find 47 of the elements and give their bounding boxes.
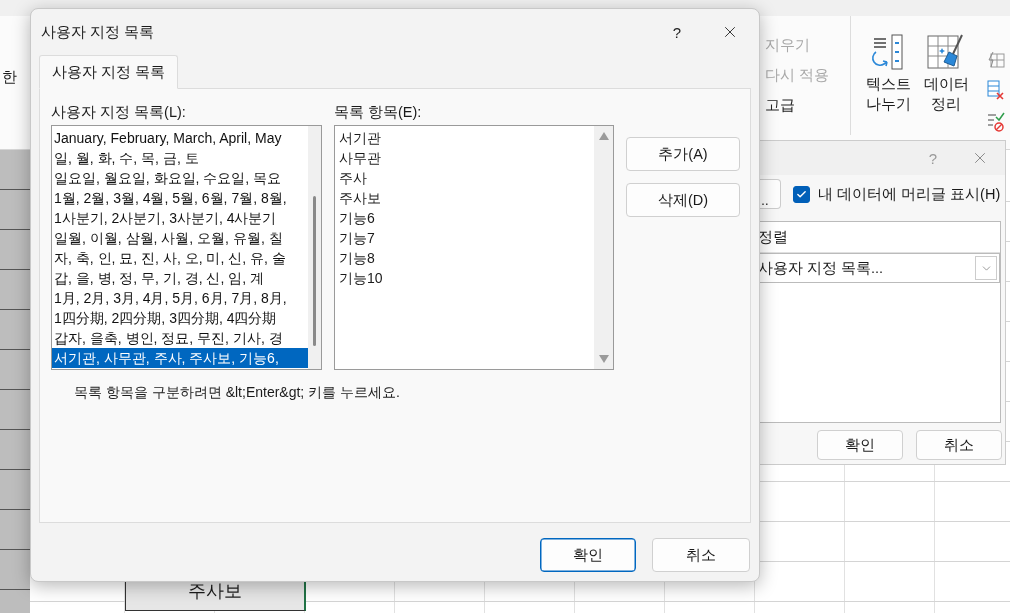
custom-lists-listbox[interactable] [51, 125, 322, 370]
entry-line: 사무관 [338, 149, 382, 168]
ribbon-command[interactable]: 고급 [765, 96, 795, 115]
list-item[interactable]: 1월, 2월, 3월, 4월, 5월, 6월, 7월, 8월, [52, 188, 308, 208]
list-item[interactable]: 1사분기, 2사분기, 3사분기, 4사분기 [52, 208, 308, 228]
dialog-button[interactable]: 취소 [916, 430, 1002, 460]
list-entries-field[interactable]: 서기관 사무관 주사 주사보 기능6 기능7 기능8 기능10 [334, 125, 614, 370]
checkbox-label: 내 데이터에 머리글 표시(H) [818, 184, 1001, 204]
entry-line: 서기관 [338, 129, 382, 148]
ribbon-tool-label[interactable]: 데이터 정리 [923, 74, 969, 114]
list-item[interactable]: 자, 축, 인, 묘, 진, 사, 오, 미, 신, 유, 술 [52, 248, 308, 268]
list-item[interactable]: 갑자, 을축, 병인, 정묘, 무진, 기사, 경 [52, 328, 308, 348]
field-label: 사용자 지정 목록(L): [51, 103, 187, 122]
scroll-down-icon[interactable] [598, 355, 609, 363]
dialog-button[interactable]: 삭제(D) [626, 183, 740, 217]
dialog-button[interactable]: 확인 [817, 430, 903, 460]
check-icon [796, 188, 807, 200]
dialog-button[interactable]: 확인 [540, 538, 636, 572]
grid-brush-icon[interactable] [926, 34, 966, 70]
list-item[interactable]: 갑, 을, 병, 정, 무, 기, 경, 신, 임, 계 [52, 268, 308, 288]
list-item[interactable]: 일, 월, 화, 수, 목, 금, 토 [52, 148, 308, 168]
field-label: 목록 항목(E): [334, 103, 423, 122]
entry-line: 주사보 [338, 189, 382, 208]
entry-line: 기능10 [338, 269, 384, 288]
entry-line: 기능8 [338, 249, 376, 268]
list-item[interactable]: 일월, 이월, 삼월, 사월, 오월, 유월, 칠 [52, 228, 308, 248]
entry-line: 주사 [338, 169, 368, 188]
ribbon-text-fragment: 한 [2, 68, 17, 87]
dialog-button[interactable]: 취소 [652, 538, 750, 572]
help-button[interactable]: ? [672, 23, 681, 41]
checkbox[interactable] [793, 185, 810, 203]
dialog-button[interactable]: 추가(A) [626, 137, 740, 171]
list-item[interactable]: 1月, 2月, 3月, 4月, 5月, 6月, 7月, 8月, [52, 288, 308, 308]
list-item[interactable]: 일요일, 월요일, 화요일, 수요일, 목요 [52, 168, 308, 188]
ribbon-tool-label[interactable]: 텍스트 나누기 [865, 74, 911, 114]
entry-line: 기능7 [338, 229, 376, 248]
hint-text: 목록 항목을 구분하려면 &lt;Enter&gt; 키를 누르세요. [74, 384, 401, 402]
window-title: 사용자 지정 목록 [41, 22, 155, 42]
column-header: 정렬 [758, 227, 788, 247]
scrollbar-thumb[interactable] [313, 196, 316, 346]
order-dropdown[interactable]: 사용자 지정 목록... [758, 253, 1000, 283]
tab[interactable]: 사용자 지정 목록 [39, 55, 179, 89]
list-item[interactable]: 서기관, 사무관, 주사, 주사보, 기능6, [52, 348, 308, 368]
list-item[interactable]: 1四分期, 2四分期, 3四分期, 4四分期 [52, 308, 308, 328]
scroll-up-icon[interactable] [598, 132, 609, 140]
list-item[interactable]: January, February, March, April, May [52, 128, 308, 148]
entry-line: 기능6 [338, 209, 376, 228]
